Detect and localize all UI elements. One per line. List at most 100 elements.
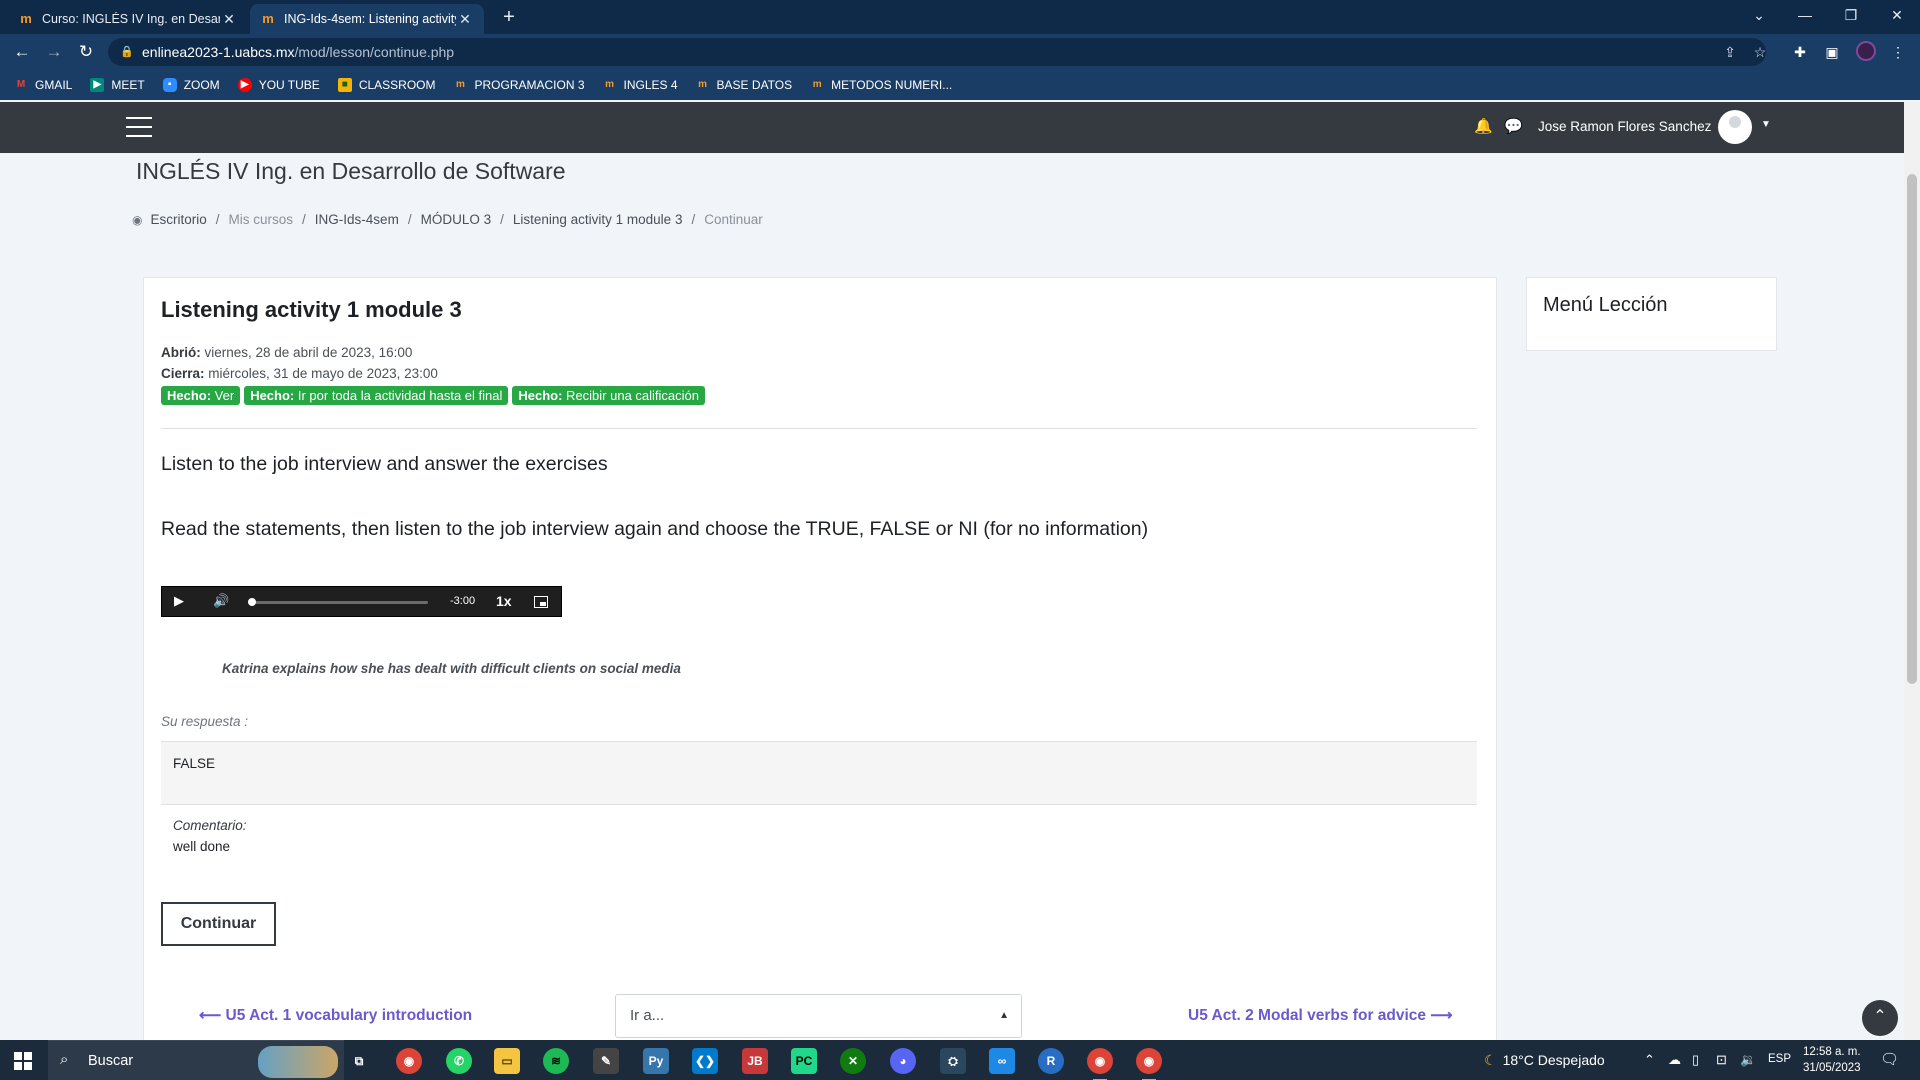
pycharm-icon[interactable]: PC (791, 1048, 817, 1074)
whatsapp-icon[interactable]: ✆ (446, 1048, 472, 1074)
bookmarks-bar: M GMAIL ▶ MEET ▪ ZOOM ▶ YOU TUBE ■ CLASSROOM … (0, 70, 1920, 100)
minimize-button[interactable]: — (1782, 0, 1828, 30)
spotify-icon[interactable]: ≋ (543, 1048, 569, 1074)
bookmark-youtube[interactable]: ▶ YOU TUBE (237, 78, 320, 92)
browser-toolbar: ← → ↻ 🔒 enlinea2023-1.uabcs.mx/mod/lesso… (0, 34, 1920, 70)
windows-start-icon[interactable] (14, 1052, 32, 1070)
restore-button[interactable]: ❐ (1828, 0, 1874, 30)
jump-to-value: Ir a... (630, 1007, 665, 1024)
bookmark-metodos[interactable]: m METODOS NUMERI... (810, 78, 953, 92)
steam-icon[interactable]: ⛭ (940, 1048, 966, 1074)
jetbrains-icon[interactable]: JB (742, 1048, 768, 1074)
breadcrumb-item-current: Continuar (704, 212, 763, 227)
side-panel-icon[interactable]: ▣ (1822, 42, 1842, 62)
playback-speed-button[interactable]: 1x (496, 593, 512, 609)
chrome-profile-icon[interactable]: ◉ (1136, 1048, 1162, 1080)
play-icon[interactable]: ▶ (174, 593, 184, 609)
moodle-navbar: 🔔 💬 Jose Ramon Flores Sanchez ▼ (0, 102, 1904, 153)
bookmark-zoom[interactable]: ▪ ZOOM (162, 78, 220, 92)
bookmark-star-icon[interactable]: ☆ (1750, 42, 1770, 62)
audio-progress-knob[interactable] (248, 598, 256, 606)
chrome-icon[interactable]: ◉ (396, 1048, 422, 1074)
weather-widget[interactable]: ☾ 18°C Despejado (1484, 1052, 1605, 1069)
dashboard-icon: ◉ (132, 212, 143, 227)
breadcrumb-item-module[interactable]: MÓDULO 3 (421, 212, 492, 227)
cloud-icon[interactable]: ☁ (1668, 1052, 1681, 1068)
taskbar-search-input[interactable]: ⌕ Buscar (48, 1040, 344, 1080)
breadcrumb-item-course[interactable]: ING-Ids-4sem (315, 212, 399, 227)
continue-button[interactable]: Continuar (161, 902, 276, 946)
windows-taskbar: ⌕ Buscar ⧉ ◉ ✆ ▭ ≋ ✎ Py ❮❯ JB PC ✕ ◕ ⛭ ∞… (0, 1040, 1920, 1080)
share-icon[interactable]: ⇪ (1720, 42, 1740, 62)
task-view-icon[interactable]: ⧉ (346, 1048, 372, 1074)
breadcrumb-item-escritorio[interactable]: Escritorio (150, 212, 206, 227)
taskbar-search-placeholder: Buscar (88, 1053, 134, 1069)
activity-dates: Abrió: viernes, 28 de abril de 2023, 16:… (161, 342, 438, 384)
close-window-button[interactable]: ✕ (1874, 0, 1920, 30)
xbox-icon[interactable]: ✕ (840, 1048, 866, 1074)
meet-icon: ▶ (90, 78, 105, 92)
reload-icon[interactable]: ↻ (74, 40, 98, 64)
audio-progress-track[interactable] (248, 601, 428, 604)
jump-to-select[interactable]: Ir a... ▲▼ (615, 994, 1022, 1063)
tab-search-chevron-icon[interactable]: ⌄ (1736, 0, 1782, 30)
bookmark-meet[interactable]: ▶ MEET (90, 78, 145, 92)
bookmark-classroom[interactable]: ■ CLASSROOM (337, 78, 436, 92)
comment-value: well done (173, 839, 231, 854)
address-bar[interactable]: 🔒 enlinea2023-1.uabcs.mx/mod/lesson/cont… (108, 38, 1766, 66)
completion-badge-view: Hecho: Ver (161, 386, 241, 405)
extensions-puzzle-icon[interactable]: ✚ (1790, 42, 1810, 62)
bell-icon[interactable]: 🔔 (1474, 117, 1493, 135)
vscode-icon[interactable]: ❮❯ (692, 1048, 718, 1074)
back-to-top-button[interactable]: ⌃ (1862, 1000, 1898, 1036)
breadcrumb-item-activity[interactable]: Listening activity 1 module 3 (513, 212, 683, 227)
youtube-icon: ▶ (237, 78, 252, 92)
breadcrumb-separator: / (500, 212, 504, 227)
search-highlight-image (258, 1046, 338, 1078)
moodle-icon: m (698, 79, 707, 90)
user-avatar[interactable] (1718, 110, 1752, 144)
python-icon[interactable]: Py (643, 1048, 669, 1074)
browser-profile-avatar[interactable] (1856, 41, 1876, 61)
arduino-icon[interactable]: ∞ (989, 1048, 1015, 1074)
discord-icon[interactable]: ◕ (890, 1048, 916, 1074)
scrollbar-thumb[interactable] (1907, 174, 1917, 684)
audio-player[interactable]: ▶ 🔊 -3:00 1x (161, 586, 562, 617)
file-explorer-icon[interactable]: ▭ (494, 1048, 520, 1074)
browser-tab-lesson[interactable]: m ING-Ids-4sem: Listening activity 1 ✕ (250, 4, 484, 34)
forward-arrow-icon[interactable]: → (42, 40, 66, 64)
notification-icon[interactable]: 🗨 (1880, 1050, 1899, 1068)
hamburger-menu-icon[interactable] (126, 117, 152, 137)
r-icon[interactable]: R (1038, 1048, 1064, 1074)
bookmark-ingles[interactable]: m INGLES 4 (603, 78, 677, 92)
breadcrumb-separator: / (215, 212, 220, 227)
completion-badge-end: Hecho: Ir por toda la actividad hasta el… (244, 386, 509, 405)
next-activity-link[interactable]: U5 Act. 2 Modal verbs for advice ⟶ (1188, 1006, 1453, 1025)
bookmark-base-datos[interactable]: m BASE DATOS (696, 78, 792, 92)
bookmark-programacion[interactable]: m PROGRAMACION 3 (454, 78, 584, 92)
chevron-down-icon[interactable]: ▼ (1761, 119, 1771, 130)
chrome-running-icon[interactable]: ◉ (1087, 1048, 1113, 1080)
chrome-menu-icon[interactable]: ⋮ (1888, 42, 1908, 62)
search-icon: ⌕ (60, 1051, 69, 1068)
close-tab-icon[interactable]: ✕ (220, 11, 238, 28)
network-icon[interactable]: ⊡ (1716, 1052, 1727, 1068)
classroom-icon: ■ (337, 78, 352, 92)
new-tab-button[interactable]: + (497, 5, 521, 29)
battery-icon[interactable]: ▯ (1692, 1052, 1699, 1068)
inkscape-icon[interactable]: ✎ (593, 1048, 619, 1074)
close-tab-icon[interactable]: ✕ (456, 11, 474, 28)
previous-activity-link[interactable]: ⟵ U5 Act. 1 vocabulary introduction (199, 1006, 472, 1025)
back-arrow-icon[interactable]: ← (10, 40, 34, 64)
chat-bubble-icon[interactable]: 💬 (1504, 117, 1523, 135)
course-title: INGLÉS IV Ing. en Desarrollo de Software (136, 158, 566, 184)
volume-icon[interactable]: 🔊 (213, 593, 229, 609)
language-indicator[interactable]: ESP (1768, 1053, 1791, 1065)
browser-tab-course[interactable]: m Curso: INGLÉS IV Ing. en Desarrollo ✕ (8, 4, 248, 34)
user-name[interactable]: Jose Ramon Flores Sanchez (1538, 119, 1711, 134)
picture-in-picture-icon[interactable] (534, 596, 548, 608)
system-clock[interactable]: 12:58 a. m. 31/05/2023 (1803, 1044, 1861, 1076)
tray-chevron-up-icon[interactable]: ⌃ (1644, 1052, 1655, 1068)
bookmark-gmail[interactable]: M GMAIL (14, 78, 73, 92)
speaker-icon[interactable]: 🔉 (1740, 1052, 1756, 1068)
